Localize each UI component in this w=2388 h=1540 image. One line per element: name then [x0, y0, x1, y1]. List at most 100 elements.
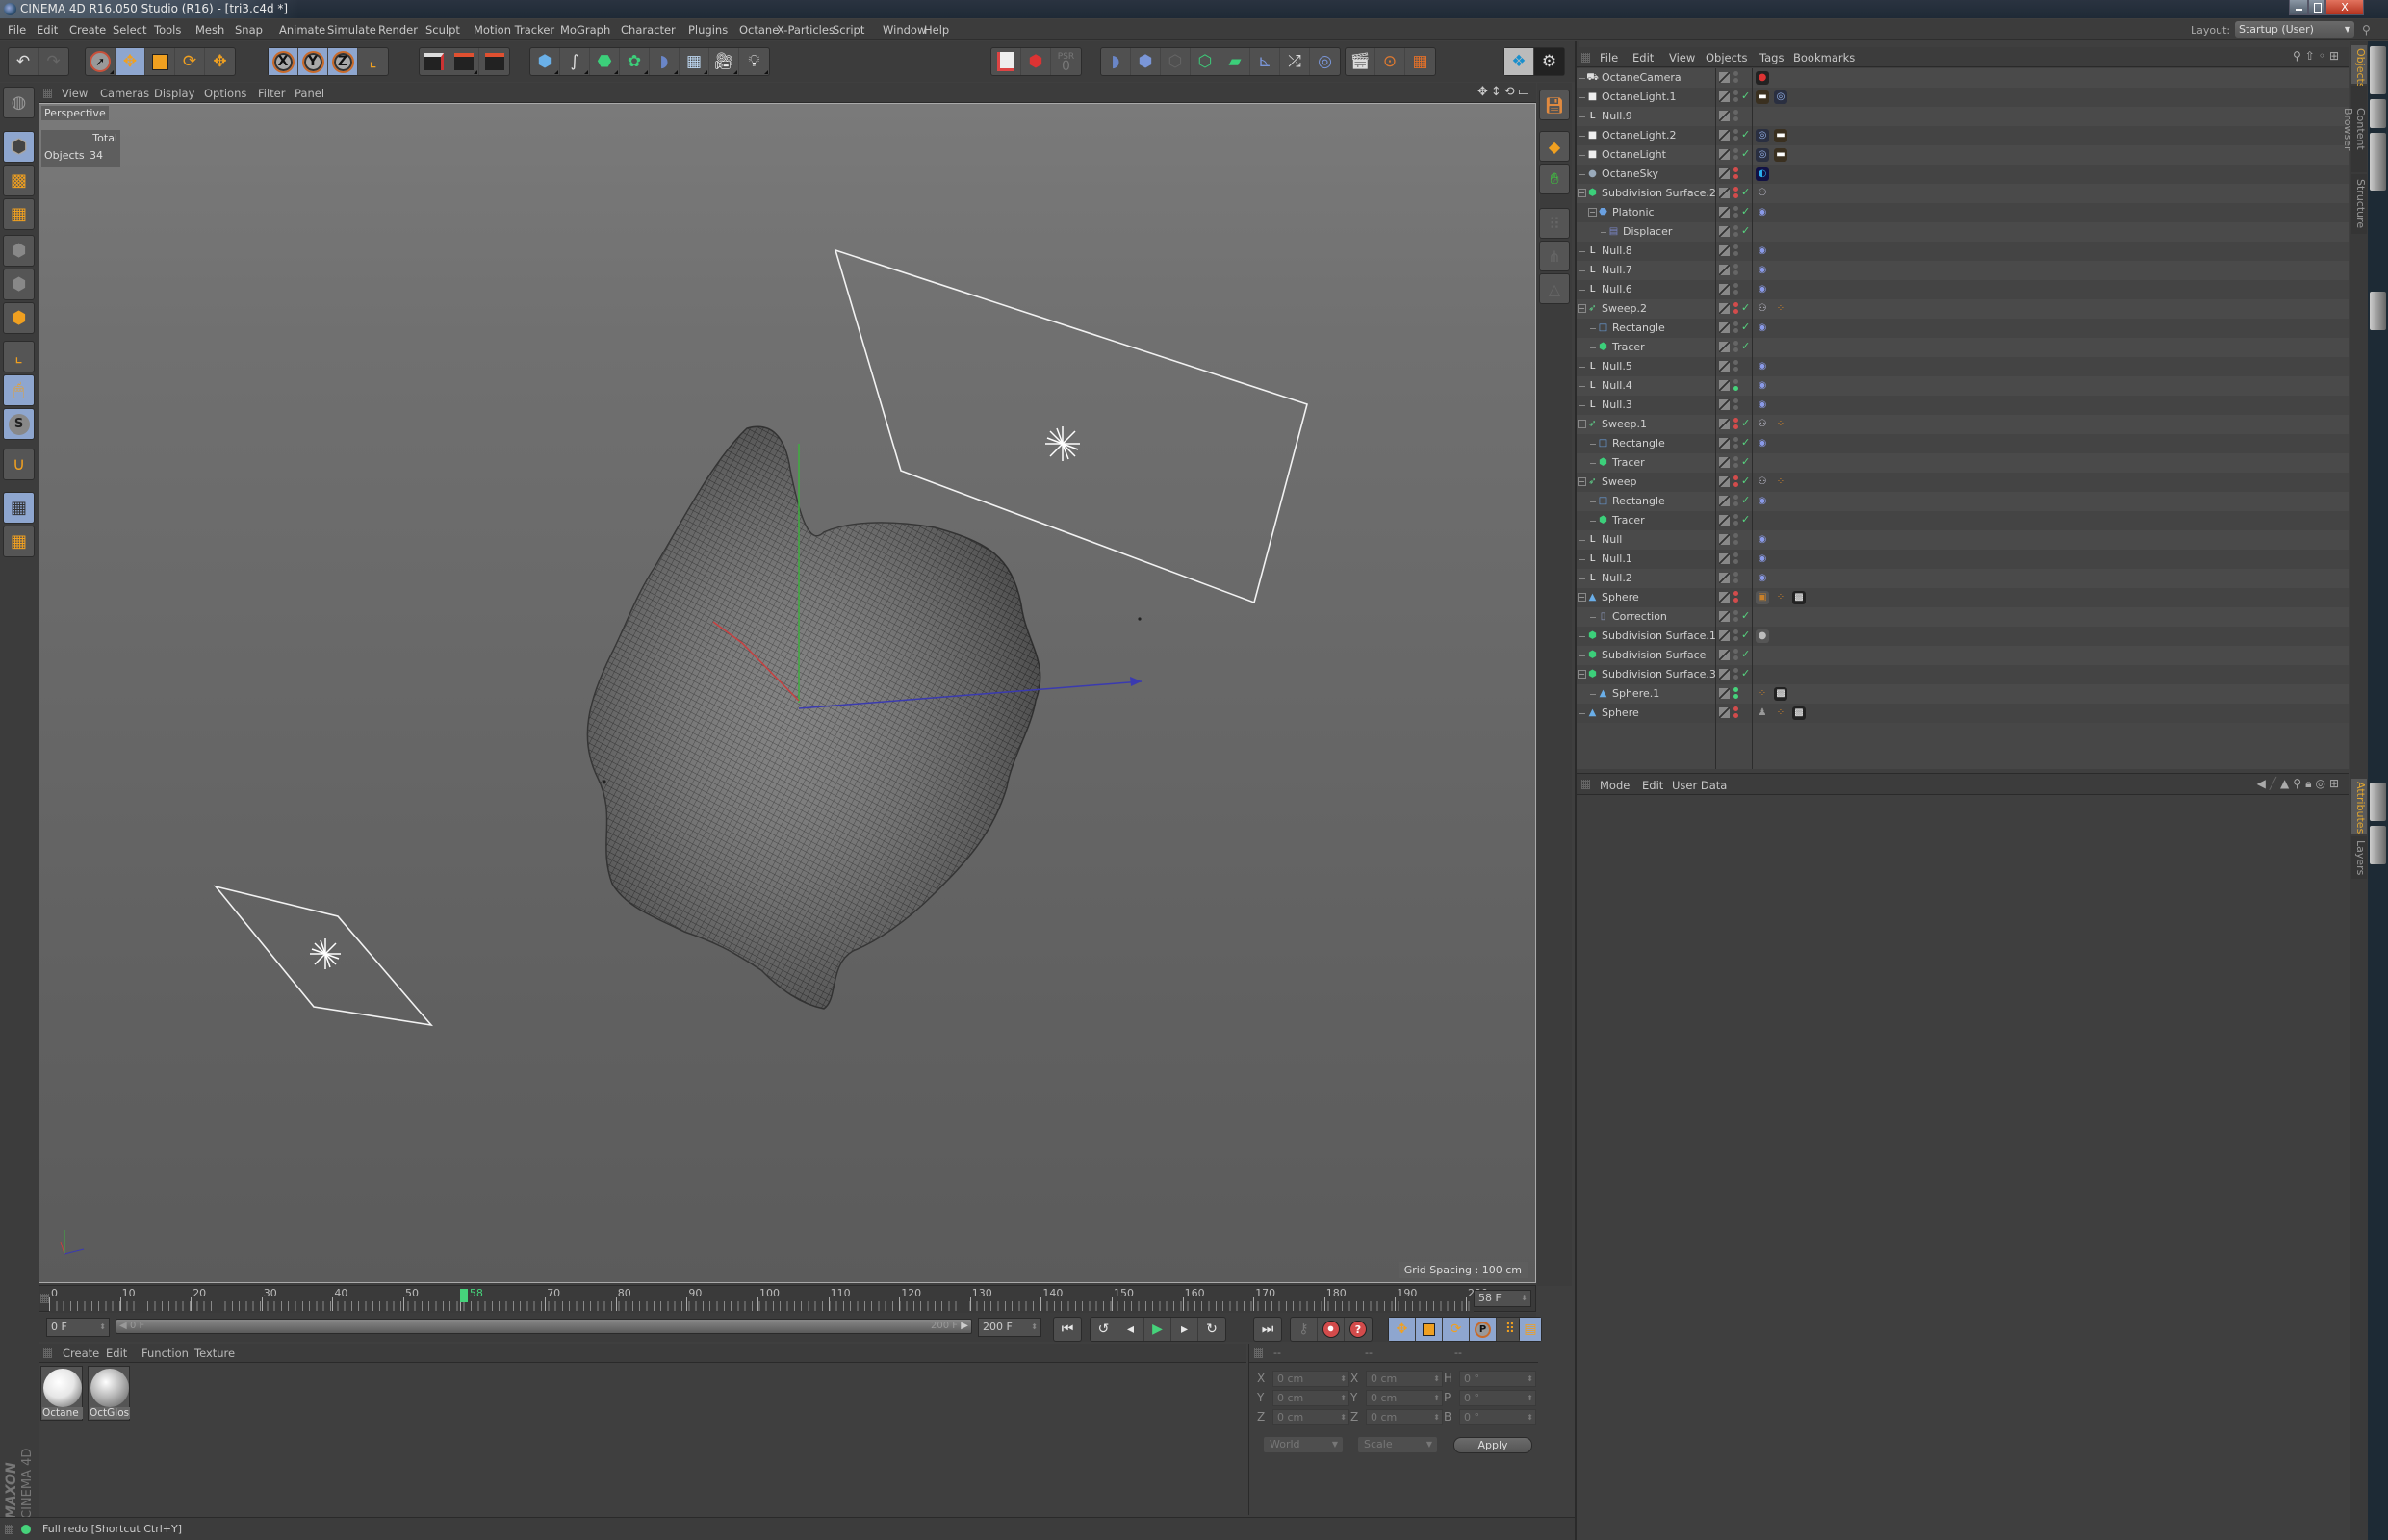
open-timeline-button[interactable]: ▤ — [1520, 1318, 1541, 1341]
layer-icon[interactable] — [1719, 361, 1730, 372]
layer-icon[interactable] — [1719, 438, 1730, 449]
apply-button[interactable]: Apply — [1453, 1437, 1532, 1453]
layer-icon[interactable] — [1719, 111, 1730, 121]
material-tag-icon[interactable]: ⁘ — [1774, 475, 1787, 489]
enabled-check-icon[interactable]: ✓ — [1741, 186, 1750, 198]
next-frame-button[interactable]: ▸ — [1171, 1318, 1198, 1341]
menu-animate[interactable]: Animate — [279, 23, 325, 37]
maximize-button[interactable] — [2308, 0, 2325, 15]
position-z-field[interactable]: 0 cm ⬍ — [1272, 1409, 1349, 1425]
octane-camera-tag-icon[interactable]: ● — [1756, 71, 1769, 85]
tab-content-browser[interactable]: Content Browser — [2342, 86, 2367, 172]
workplane-button[interactable]: ⊾ — [1250, 48, 1280, 75]
cloth-tag-icon[interactable]: ⚇ — [1756, 187, 1769, 200]
workplane-mode-button[interactable]: ▦ — [3, 198, 35, 230]
material-swatch[interactable]: OctGlos — [88, 1366, 130, 1421]
timeline[interactable]: 0 10 20 30 40 50 58 70 80 90 100 110 120 130 140 150 160… — [39, 1285, 1536, 1313]
object-row[interactable]: ■ OctaneLight.2 ✓ ◎ ▬ — [1577, 126, 2349, 145]
layer-icon[interactable] — [1719, 72, 1730, 83]
scale-tool-button[interactable] — [145, 48, 175, 75]
xparticles-button[interactable]: ❖ — [1504, 48, 1534, 75]
spinner-arrows-icon[interactable]: ⬍ — [1527, 1410, 1533, 1424]
enabled-check-icon[interactable]: ✓ — [1741, 205, 1750, 218]
layer-icon[interactable] — [1719, 399, 1730, 410]
panel-grip[interactable] — [43, 89, 52, 98]
visibility-toggle[interactable] — [1733, 110, 1738, 123]
rotate-tool-button[interactable]: ⟳ — [175, 48, 205, 75]
camera-button[interactable]: 🎥︎ — [709, 48, 739, 75]
object-row[interactable]: □ Rectangle ✓ ◉ — [1577, 434, 2349, 453]
enabled-check-icon[interactable]: ✓ — [1741, 147, 1750, 160]
menu-motion-tracker[interactable]: Motion Tracker — [474, 23, 554, 37]
spinner-arrows-icon[interactable]: ⬍ — [1527, 1372, 1533, 1386]
tab-layers[interactable]: Layers — [2351, 836, 2367, 879]
visibility-toggle[interactable] — [1733, 649, 1738, 662]
am-menu-user-data[interactable]: User Data — [1672, 779, 1727, 792]
visibility-toggle[interactable] — [1733, 90, 1738, 104]
layer-icon[interactable] — [1719, 707, 1730, 718]
spinner-arrows-icon[interactable]: ⬍ — [1340, 1391, 1347, 1405]
expand-toggle-icon[interactable]: − — [1578, 420, 1586, 428]
visibility-toggle[interactable] — [1733, 610, 1738, 624]
layer-icon[interactable] — [1719, 457, 1730, 468]
object-row[interactable]: − ⬣ Platonic ✓ ◉ — [1577, 203, 2349, 222]
object-row[interactable]: L Null.6 ◉ — [1577, 280, 2349, 299]
octane-settings-button[interactable]: ▦ — [1405, 48, 1435, 75]
material-tag-icon[interactable]: ⁘ — [1756, 687, 1769, 701]
menu-tools[interactable]: Tools — [154, 23, 181, 37]
points-mode-button[interactable]: ⬢ — [3, 235, 35, 267]
vibrate-tag-icon[interactable]: ◉ — [1756, 244, 1769, 258]
object-row[interactable]: ⬢ Tracer ✓ — [1577, 511, 2349, 530]
close-button[interactable]: X — [2325, 0, 2364, 15]
enabled-check-icon[interactable]: ✓ — [1741, 417, 1750, 429]
layer-icon[interactable] — [1719, 91, 1730, 102]
play-button[interactable]: ▶ — [1144, 1318, 1171, 1341]
spinner-arrows-icon[interactable]: ⬍ — [1433, 1410, 1440, 1424]
object-row[interactable]: − ⬢ Subdivision Surface.2 ✓ ⚇ — [1577, 184, 2349, 203]
object-row[interactable]: L Null.2 ◉ — [1577, 569, 2349, 588]
plugin-bin-button[interactable]: ✋︎ — [1539, 164, 1570, 194]
material-tag-icon[interactable]: ⁘ — [1774, 302, 1787, 316]
spline-mode-button[interactable]: ◗ — [1101, 48, 1131, 75]
om-menu-objects[interactable]: Objects — [1706, 51, 1747, 64]
panel-grip[interactable] — [5, 1525, 13, 1534]
material-preview-tag-icon[interactable]: ● — [1756, 629, 1769, 643]
snap-button[interactable]: ⤮ — [1280, 48, 1310, 75]
planar-workplane-button[interactable]: ▦ — [3, 526, 35, 557]
tab-objects[interactable]: Objects — [2351, 45, 2367, 89]
material-tag-icon[interactable]: ⁘ — [1774, 591, 1787, 604]
menu-x-particles[interactable]: X-Particles — [777, 23, 835, 37]
object-row[interactable]: L Null.1 ◉ — [1577, 550, 2349, 569]
visibility-toggle[interactable] — [1733, 552, 1738, 566]
layout-dropdown[interactable]: Startup (User) ▼ — [2235, 21, 2354, 38]
target-tag-icon[interactable]: ◎ — [1756, 129, 1769, 142]
deformer-button[interactable]: ◗ — [650, 48, 680, 75]
visibility-toggle[interactable] — [1733, 456, 1738, 470]
edges-mode-button[interactable]: ⬢ — [3, 269, 35, 300]
cloth-tag-icon[interactable]: ⚇ — [1756, 418, 1769, 431]
expand-toggle-icon[interactable]: − — [1578, 670, 1586, 679]
up-arrow-icon[interactable]: ▲ — [2280, 777, 2293, 790]
layer-icon[interactable] — [1719, 303, 1730, 314]
material-tag-icon[interactable]: ⁘ — [1774, 418, 1787, 431]
vibrate-tag-icon[interactable]: ◉ — [1756, 264, 1769, 277]
object-row[interactable]: ⬢ Tracer ✓ — [1577, 453, 2349, 473]
object-row[interactable]: ▤ Displacer ✓ — [1577, 222, 2349, 242]
layer-icon[interactable] — [1719, 630, 1730, 641]
object-row[interactable]: □ Rectangle ✓ ◉ — [1577, 319, 2349, 338]
object-row[interactable]: ■ OctaneLight ✓ ◎ ▬ — [1577, 145, 2349, 165]
octane-light-tag-icon[interactable]: ▬ — [1774, 148, 1787, 162]
viewport-menu-display[interactable]: Display — [154, 87, 194, 100]
vibrate-tag-icon[interactable]: ◉ — [1756, 552, 1769, 566]
forward-arrow-icon[interactable]: ╱ — [2270, 777, 2280, 790]
texture-tag-icon[interactable]: ▩ — [1774, 687, 1787, 701]
enabled-check-icon[interactable]: ✓ — [1741, 436, 1750, 449]
tab-structure[interactable]: Structure — [2351, 174, 2367, 234]
snap-mode-button[interactable]: S — [3, 408, 35, 440]
mograph-cloner-button[interactable]: ✿ — [620, 48, 650, 75]
layer-icon[interactable] — [1719, 168, 1730, 179]
octane-render-button[interactable]: ⊙ — [1375, 48, 1405, 75]
tweak-mode-button[interactable]: 🖱︎ — [3, 374, 35, 406]
toggle-view-icon[interactable]: ▭ — [1518, 85, 1532, 99]
last-tool-button[interactable]: ✥ — [205, 48, 235, 75]
